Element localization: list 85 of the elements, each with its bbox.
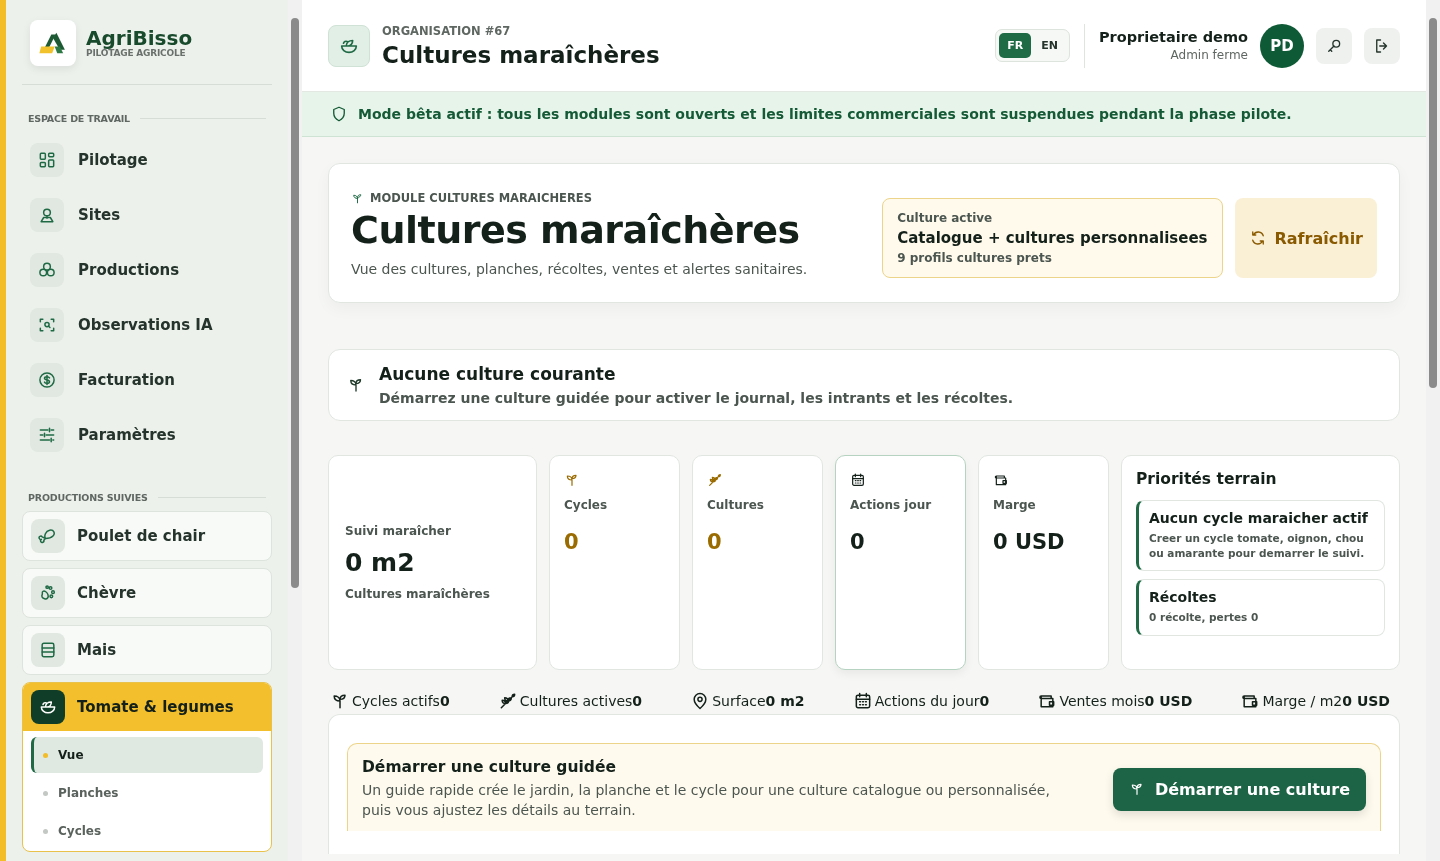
nav-item[interactable]: Productions — [22, 242, 272, 297]
drumstick-icon — [31, 519, 65, 553]
stat-label: Actions jour — [850, 498, 933, 512]
stat-label: Suivi maraîcher — [345, 524, 452, 538]
logo-icon — [30, 20, 76, 66]
priority-title: Aucun cycle maraicher actif — [1149, 510, 1369, 526]
guide-text: Un guide rapide crée le jardin, la planche et le cycle pour une culture catalogue ou personnalisée, puis vous ajustez les détails au terrain. — [362, 781, 1051, 821]
metric-label: Surface — [712, 693, 766, 709]
stat-label: Cycles — [564, 498, 609, 512]
priorities-title: Priorités terrain — [1136, 470, 1278, 488]
production-item[interactable]: Mais — [23, 626, 271, 674]
stat-caption: Cultures maraîchères — [345, 587, 491, 601]
submenu-item[interactable]: Planches — [31, 775, 263, 811]
metric-value: 0 m2 — [765, 693, 805, 709]
card-value: Catalogue + cultures personnalisees — [897, 229, 1208, 247]
page-title: Cultures maraîchères — [382, 41, 661, 68]
wheat-icon — [707, 472, 723, 488]
metric-label: Cycles actifs — [352, 693, 440, 709]
guide-title: Démarrer une culture guidée — [362, 758, 617, 776]
language-button[interactable]: FR — [999, 33, 1032, 58]
calendar-icon — [850, 472, 866, 488]
language-button[interactable]: EN — [1033, 33, 1066, 58]
key-button[interactable] — [1316, 27, 1352, 64]
scan-icon — [30, 307, 64, 342]
stat-label: Marge — [993, 498, 1037, 512]
submenu-item[interactable]: Cycles — [31, 813, 263, 849]
paw-icon — [31, 576, 65, 610]
metric-value: 0 USD — [1144, 693, 1193, 709]
scrollbar[interactable] — [1426, 0, 1440, 861]
priority-text: 0 récolte, pertes 0 — [1149, 610, 1260, 626]
stat-label: Cultures — [707, 498, 765, 512]
organisation-label: ORGANISATION #67 — [382, 23, 512, 38]
refresh-button[interactable]: Rafraîchir — [1234, 198, 1377, 278]
module-subtitle: Vue des cultures, planches, récoltes, ventes et alertes sanitaires. — [351, 260, 809, 277]
card-note: 9 profils cultures prets — [897, 251, 1053, 265]
metric-label: Cultures actives — [519, 693, 633, 709]
sprout-icon — [351, 191, 364, 205]
metric-value: 0 — [439, 693, 450, 709]
stat-value: 0 USD — [993, 530, 1066, 554]
priority-text: Creer un cycle tomate, oignon, chou ou amarante pour demarrer le suivi. — [1149, 531, 1366, 562]
card-label: Culture active — [897, 211, 994, 225]
bowl-icon — [31, 690, 65, 724]
submenu-item[interactable]: Vue — [31, 737, 263, 773]
nav-item[interactable]: Sites — [22, 187, 272, 242]
nav-item[interactable]: Facturation — [22, 352, 272, 407]
cluster-icon — [30, 252, 64, 287]
stat-value: 0 — [707, 530, 723, 554]
metric-label: Ventes mois — [1059, 693, 1145, 709]
brand-tagline: PILOTAGE AGRICOLE — [86, 48, 186, 58]
metric-value: 0 — [979, 693, 990, 709]
module-title: Cultures maraîchères — [351, 211, 801, 251]
user-avatar[interactable]: PD — [1260, 23, 1304, 68]
nav-item[interactable]: Pilotage — [22, 132, 272, 187]
priority-title: Récoltes — [1149, 589, 1218, 606]
bowl-icon — [328, 24, 370, 67]
banner-text: Mode bêta actif : tous les modules sont ouverts et les limites commerciales sont suspendues pendant la phase pilote. — [358, 106, 1292, 122]
notice-title: Aucune culture courante — [379, 364, 617, 384]
stat-value: 0 m2 — [345, 548, 416, 577]
user-role: Admin ferme — [1170, 48, 1248, 62]
nav-item[interactable]: Observations IA — [22, 297, 272, 352]
wallet-icon — [993, 472, 1009, 488]
stat-value: 0 — [564, 530, 580, 554]
start-culture-button[interactable]: Démarrer une culture — [1112, 767, 1366, 811]
stat-value: 0 — [850, 530, 866, 554]
user-name: Proprietaire demo — [1098, 29, 1248, 45]
sprout-icon — [564, 472, 580, 488]
metric-value: 0 USD — [1342, 693, 1390, 709]
production-item[interactable]: Tomate & legumes — [23, 683, 271, 731]
section-title: PRODUCTIONS SUIVIES — [28, 492, 148, 503]
logout-button[interactable] — [1364, 27, 1400, 64]
scrollbar[interactable] — [288, 0, 302, 861]
production-item[interactable]: Poulet de chair — [23, 512, 271, 560]
nav-item[interactable]: Paramètres — [22, 407, 272, 462]
notice-text: Démarrez une culture guidée pour activer le journal, les intrants et les récoltes. — [379, 390, 1014, 406]
metric-value: 0 — [632, 693, 643, 709]
metric-label: Actions du jour — [874, 693, 980, 709]
dashboard-icon — [30, 142, 64, 177]
shield-icon — [330, 105, 348, 123]
production-item[interactable]: Chèvre — [23, 569, 271, 617]
dollar-icon — [30, 362, 64, 397]
section-title: ESPACE DE TRAVAIL — [28, 113, 130, 124]
brand-name: AgriBisso — [86, 28, 193, 48]
settings-icon — [30, 417, 64, 452]
module-label: MODULE CULTURES MARAICHERES — [370, 191, 592, 206]
metric-label: Marge / m2 — [1262, 693, 1343, 709]
